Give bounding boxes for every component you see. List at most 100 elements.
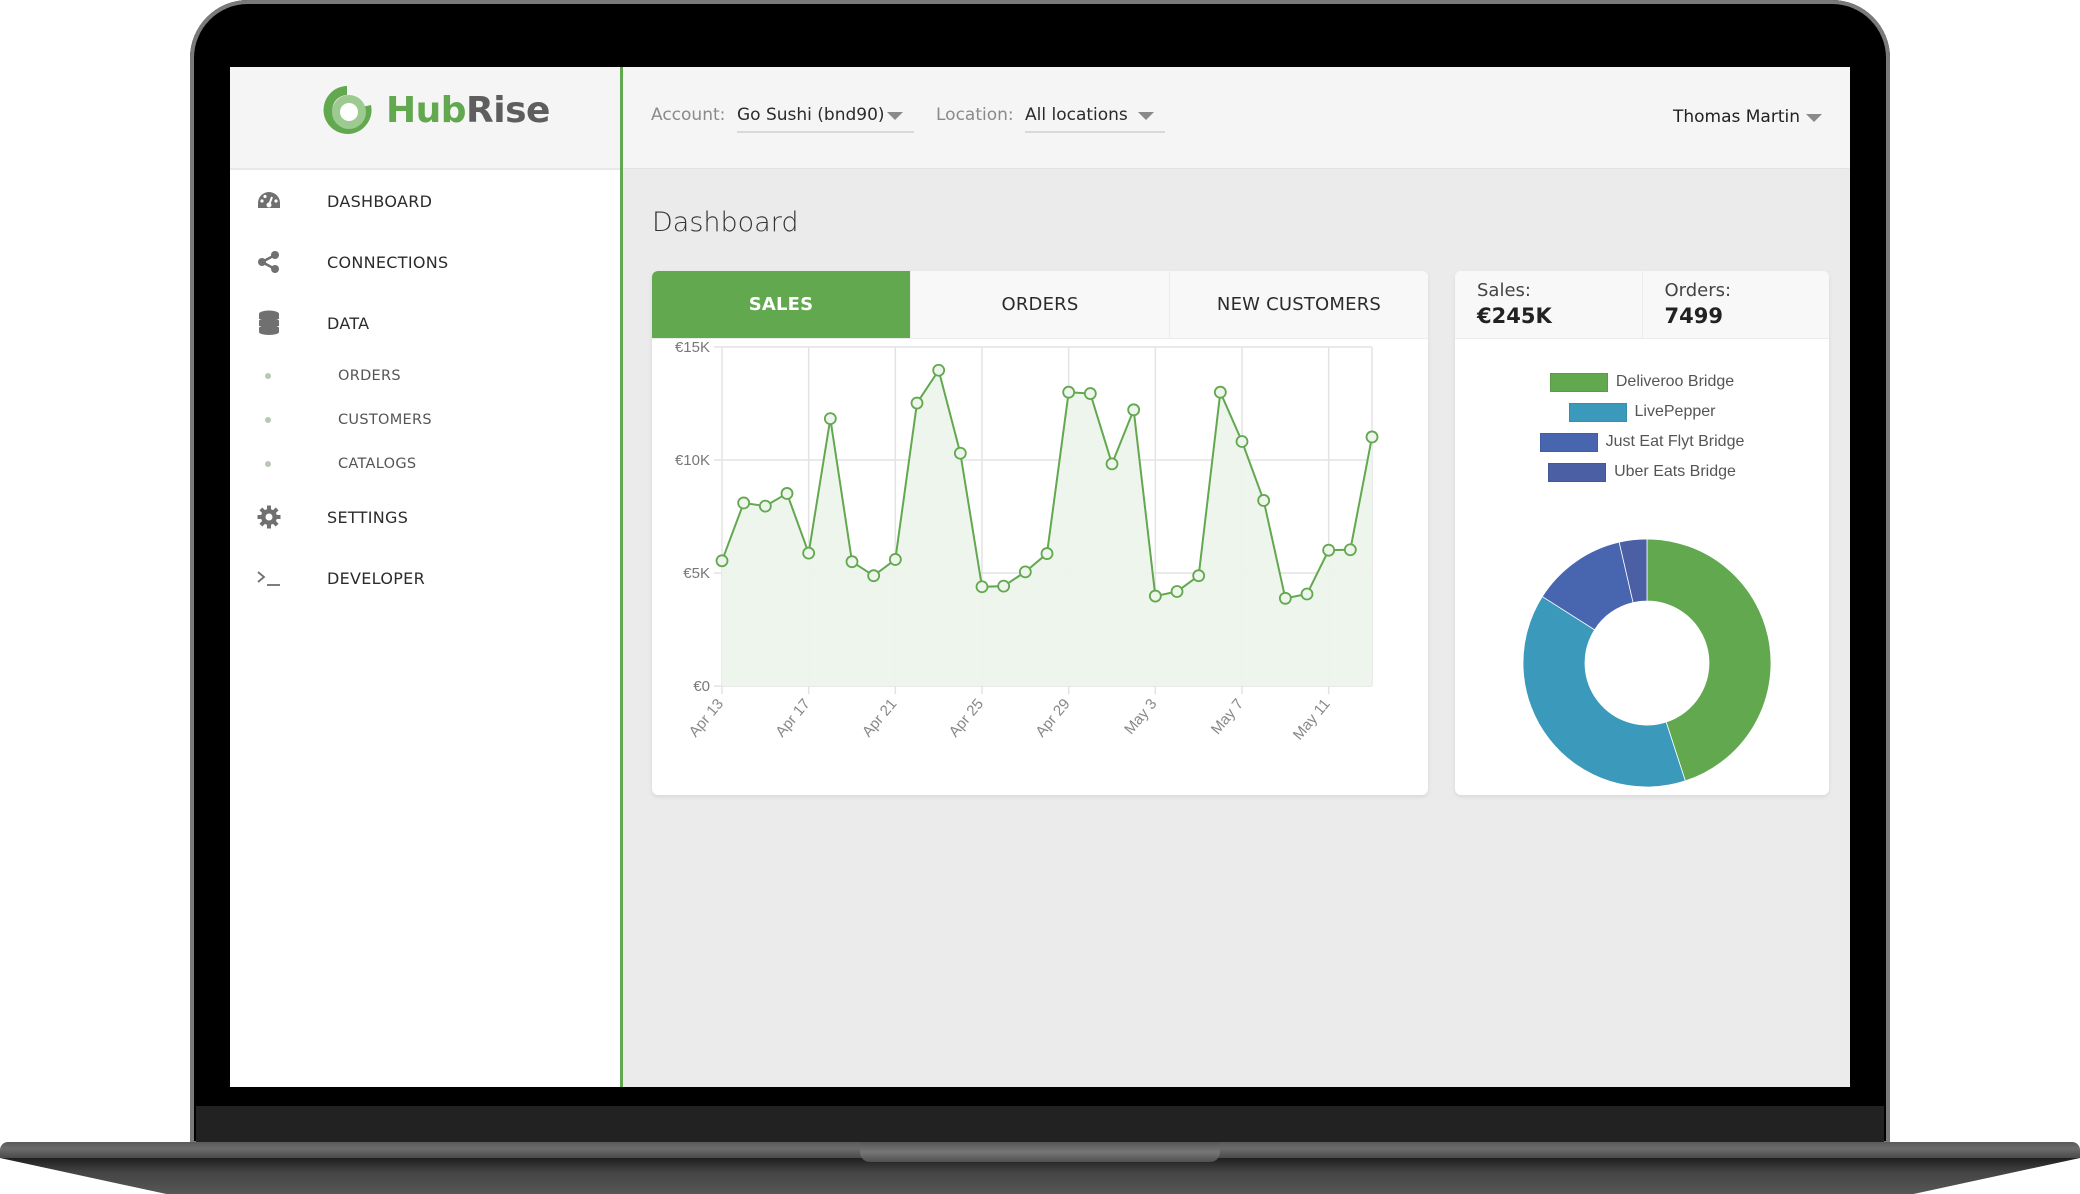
sidebar-item-developer[interactable]: DEVELOPER	[230, 558, 620, 598]
orders-stat: Orders: 7499	[1643, 271, 1830, 338]
sales-stat-label: Sales:	[1477, 280, 1531, 301]
chevron-down-icon	[1138, 112, 1154, 120]
orders-stat-value: 7499	[1664, 304, 1723, 328]
user-menu[interactable]: Thomas Martin	[1650, 107, 1850, 137]
bullet-dot-icon	[265, 461, 271, 467]
data-point[interactable]	[1278, 591, 1292, 605]
data-point[interactable]	[1018, 565, 1032, 579]
data-point[interactable]	[802, 546, 816, 560]
metric-tabs: SALES ORDERS NEW CUSTOMERS	[652, 271, 1428, 339]
x-tick-label: May 11	[1290, 696, 1334, 744]
legend-swatch	[1548, 462, 1607, 482]
sidebar-item-label: DEVELOPER	[327, 568, 425, 588]
data-point[interactable]	[737, 496, 751, 510]
sidebar-item-settings[interactable]: SETTINGS	[230, 497, 620, 537]
x-tick-label: Apr 21	[859, 696, 900, 741]
data-point[interactable]	[1192, 569, 1206, 583]
data-point[interactable]	[1062, 385, 1076, 399]
sidebar-subitem-customers[interactable]: CUSTOMERS	[230, 400, 620, 440]
hubrise-logo[interactable]: HubRise	[320, 83, 550, 137]
data-point[interactable]	[715, 554, 729, 568]
y-tick-label: €5K	[683, 565, 710, 582]
terminal-icon	[255, 564, 283, 592]
data-point[interactable]	[1257, 494, 1271, 507]
sidebar-item-connections[interactable]: CONNECTIONS	[230, 242, 620, 282]
legend-item[interactable]: LivePepper	[1455, 401, 1829, 423]
sidebar-item-data[interactable]: DATA	[230, 303, 620, 343]
data-point[interactable]	[1322, 543, 1336, 557]
data-point[interactable]	[1300, 587, 1314, 601]
tab-new-customers[interactable]: NEW CUSTOMERS	[1170, 271, 1428, 338]
location-label: Location:	[936, 105, 1014, 125]
y-tick-label: €10K	[675, 452, 710, 469]
chevron-down-icon	[1806, 114, 1822, 122]
database-icon	[255, 309, 283, 337]
data-point[interactable]	[845, 555, 859, 569]
x-tick-label: May 3	[1121, 696, 1160, 738]
data-point[interactable]	[758, 499, 772, 513]
page-title: Dashboard	[652, 207, 799, 238]
legend-label: LivePepper	[1634, 403, 1716, 420]
legend-item[interactable]: Deliveroo Bridge	[1455, 371, 1829, 393]
top-bar: Account: Go Sushi (bnd90) Location: All …	[623, 67, 1850, 169]
sidebar-subitem-label: CATALOGS	[338, 456, 417, 472]
legend-swatch	[1568, 402, 1627, 422]
data-point[interactable]	[953, 446, 967, 460]
app-screen: HubRise DASHBOARD CONNECTIONS DATA ORDER…	[230, 67, 1850, 1087]
data-point[interactable]	[1083, 387, 1097, 400]
legend-item[interactable]: Uber Eats Bridge	[1455, 461, 1829, 483]
logo-area: HubRise	[230, 67, 620, 170]
data-point[interactable]	[1235, 435, 1249, 448]
sidebar-subitem-catalogs[interactable]: CATALOGS	[230, 444, 620, 484]
legend-item[interactable]: Just Eat Flyt Bridge	[1455, 431, 1829, 453]
tab-sales[interactable]: SALES	[652, 271, 911, 338]
sales-stat: Sales: €245K	[1455, 271, 1643, 338]
data-point[interactable]	[888, 553, 902, 566]
share-icon	[255, 248, 283, 276]
summary-header: Sales: €245K Orders: 7499	[1455, 271, 1829, 339]
sidebar-subitem-label: CUSTOMERS	[338, 412, 432, 428]
data-point[interactable]	[1127, 403, 1141, 417]
data-point[interactable]	[1170, 585, 1184, 598]
donut-slice[interactable]	[1522, 596, 1686, 788]
logo-text-hub: Hub	[386, 89, 467, 131]
data-point[interactable]	[932, 363, 946, 377]
data-point[interactable]	[975, 580, 989, 594]
bullet-dot-icon	[265, 417, 271, 423]
logo-text-rise: Rise	[466, 89, 550, 131]
hubrise-logo-icon	[323, 86, 372, 134]
x-tick-label: Apr 25	[946, 696, 987, 741]
laptop-base	[0, 1142, 2080, 1194]
data-point[interactable]	[1148, 589, 1162, 603]
data-point[interactable]	[1343, 543, 1357, 557]
data-point[interactable]	[1365, 430, 1379, 444]
account-select-value: Go Sushi (bnd90)	[737, 105, 885, 125]
user-name: Thomas Martin	[1672, 107, 1800, 127]
chevron-down-icon	[887, 112, 903, 120]
sidebar-item-dashboard[interactable]: DASHBOARD	[230, 181, 620, 221]
summary-card: Sales: €245K Orders: 7499 Deliveroo Brid…	[1455, 271, 1829, 795]
data-point[interactable]	[1105, 457, 1119, 471]
data-point[interactable]	[1213, 385, 1227, 399]
account-select[interactable]: Go Sushi (bnd90)	[737, 97, 914, 133]
data-point[interactable]	[780, 487, 794, 500]
data-point[interactable]	[867, 569, 881, 583]
sidebar-item-label: CONNECTIONS	[327, 252, 449, 272]
data-point[interactable]	[823, 412, 837, 426]
tab-orders[interactable]: ORDERS	[911, 271, 1170, 338]
legend-swatch	[1549, 372, 1608, 392]
y-tick-label: €15K	[675, 339, 710, 356]
data-point[interactable]	[997, 579, 1011, 593]
data-point[interactable]	[1040, 547, 1054, 560]
sales-line-chart: €0 €5K €10K €15K Apr 13 Apr 17 Apr 21 Apr 25 Apr…	[675, 339, 1379, 744]
sidebar-item-label: SETTINGS	[327, 507, 409, 527]
sales-area-fill	[722, 370, 1372, 686]
sidebar-item-label: DATA	[327, 313, 370, 333]
data-point[interactable]	[910, 396, 924, 410]
sidebar-subitem-orders[interactable]: ORDERS	[230, 356, 620, 396]
location-select[interactable]: All locations	[1025, 97, 1165, 133]
sales-chart-card: SALES ORDERS NEW CUSTOMERS €0 €5K €10K €15K…	[652, 271, 1428, 795]
sidebar: HubRise DASHBOARD CONNECTIONS DATA ORDER…	[230, 67, 623, 1087]
dashboard-gauge-icon	[255, 187, 283, 215]
gear-icon	[255, 503, 283, 531]
